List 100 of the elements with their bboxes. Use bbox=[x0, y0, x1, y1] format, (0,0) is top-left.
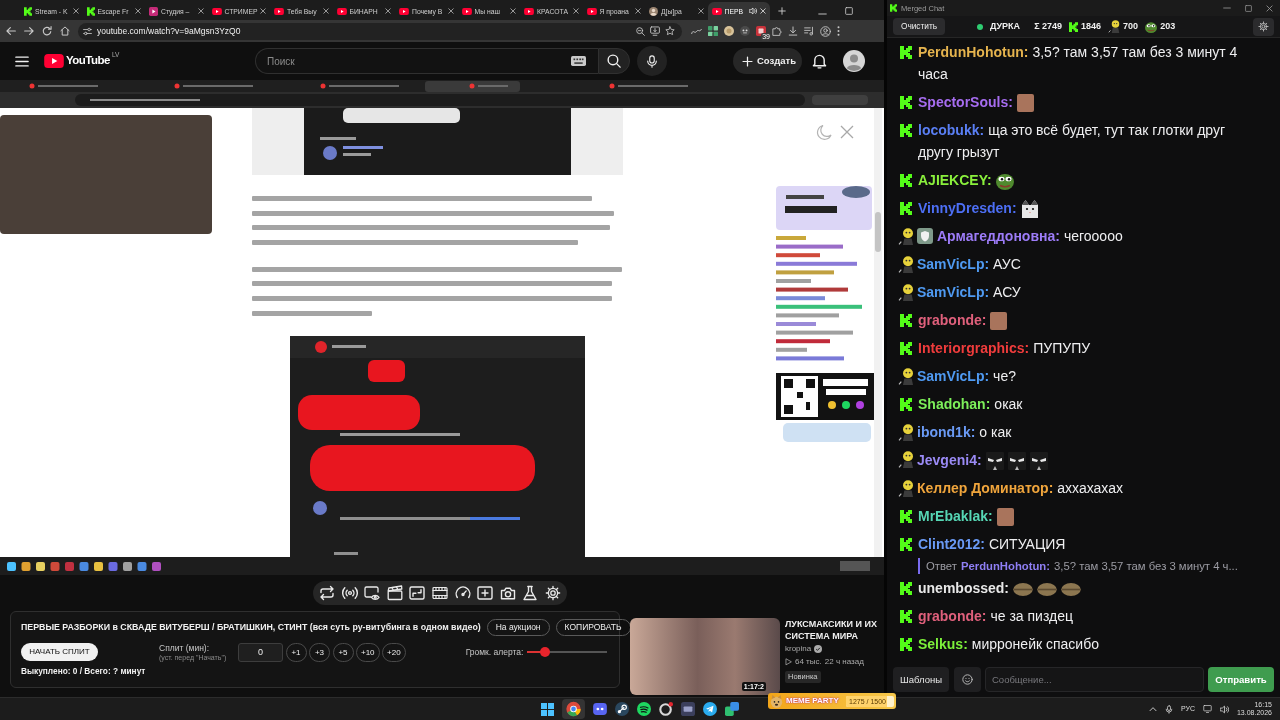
close-icon[interactable] bbox=[135, 8, 141, 14]
split-label: Сплит (мин): bbox=[159, 642, 210, 653]
close-icon[interactable] bbox=[572, 8, 579, 14]
microphone-icon[interactable] bbox=[1164, 704, 1173, 714]
mascot-icon bbox=[898, 255, 914, 273]
speaker-icon[interactable] bbox=[749, 7, 757, 15]
install-icon[interactable] bbox=[650, 26, 660, 36]
create-button[interactable]: Создать bbox=[733, 48, 802, 74]
round-app-icon[interactable] bbox=[615, 702, 629, 716]
browser-icon[interactable] bbox=[562, 699, 585, 719]
close-icon[interactable] bbox=[1266, 4, 1273, 12]
add-screen-icon[interactable] bbox=[477, 584, 494, 601]
download-icon[interactable] bbox=[788, 26, 798, 36]
start-icon[interactable] bbox=[541, 702, 554, 716]
frame-icon[interactable] bbox=[409, 584, 426, 601]
new-tab-icon[interactable] bbox=[778, 7, 786, 15]
reply-text: 3,5? там 3,57 там без 3 минут 4 ч... bbox=[1054, 560, 1238, 572]
chat-username[interactable]: AJIEKCEY: bbox=[918, 172, 992, 188]
window-app-icon[interactable] bbox=[681, 702, 695, 716]
grid-icon[interactable] bbox=[708, 26, 718, 36]
close-icon[interactable] bbox=[510, 8, 516, 14]
avatar-icon[interactable] bbox=[843, 50, 865, 72]
k-logo-icon bbox=[900, 341, 912, 355]
chat-username[interactable]: grabonde: bbox=[918, 312, 987, 328]
zoom-icon[interactable] bbox=[636, 26, 645, 36]
settings-button[interactable] bbox=[1253, 17, 1274, 36]
flask-icon[interactable] bbox=[522, 584, 539, 601]
close-icon[interactable] bbox=[635, 8, 641, 14]
repeat-icon[interactable] bbox=[319, 584, 336, 601]
address-field[interactable]: youtube.com/watch?v=9aMgsn3YzQ0 bbox=[78, 22, 682, 40]
search-field[interactable]: Поиск bbox=[255, 48, 598, 74]
close-icon[interactable] bbox=[697, 8, 704, 14]
speedometer-icon[interactable] bbox=[454, 584, 471, 601]
close-icon[interactable] bbox=[322, 8, 329, 14]
paper-plane-icon[interactable] bbox=[703, 702, 717, 716]
logo-wordmark[interactable]: YouTube bbox=[66, 54, 110, 68]
k-logo-icon bbox=[900, 314, 912, 327]
screen-eye-icon[interactable] bbox=[364, 584, 381, 601]
chat-username[interactable]: VinnyDresden: bbox=[918, 200, 1017, 216]
star-icon[interactable] bbox=[665, 26, 675, 36]
profile-icon[interactable] bbox=[820, 25, 831, 37]
bell-icon[interactable] bbox=[812, 53, 827, 69]
recommended-video-title[interactable]: ЛУКСМАКСИКИ И ИХ СИСТЕМА МИРА bbox=[785, 618, 881, 642]
puzzle-icon[interactable] bbox=[772, 26, 782, 36]
channel-name[interactable]: kropina bbox=[785, 643, 812, 655]
film-strip-icon[interactable] bbox=[432, 584, 448, 601]
circle-icon[interactable] bbox=[724, 26, 734, 36]
split-minutes-field[interactable]: 0 bbox=[238, 642, 283, 662]
chat-username[interactable]: SpectorSouls: bbox=[918, 94, 1013, 110]
search-button[interactable] bbox=[598, 48, 630, 74]
home-icon[interactable] bbox=[60, 26, 70, 36]
reload-icon[interactable] bbox=[42, 26, 52, 36]
maximize-icon[interactable] bbox=[845, 7, 853, 15]
more-icon[interactable] bbox=[837, 26, 840, 36]
k-logo-icon bbox=[900, 397, 912, 411]
k-logo-icon bbox=[24, 6, 32, 16]
start-split-button[interactable]: НАЧАТЬ СПЛИТ bbox=[21, 643, 98, 661]
ring-icon[interactable] bbox=[659, 702, 673, 716]
media-icon[interactable] bbox=[804, 26, 814, 36]
app-icon[interactable] bbox=[756, 26, 766, 36]
message-field[interactable]: Сообщение... bbox=[985, 667, 1204, 692]
broadcast-icon[interactable] bbox=[341, 584, 358, 601]
chat-app-icon[interactable] bbox=[593, 703, 607, 715]
close-icon[interactable] bbox=[447, 8, 454, 14]
chevron-up-icon[interactable] bbox=[1148, 706, 1157, 712]
menu-icon[interactable] bbox=[15, 55, 29, 67]
slider-thumb[interactable] bbox=[539, 647, 550, 657]
tune-icon[interactable] bbox=[83, 26, 92, 36]
chat-username[interactable]: MrEbaklak: bbox=[918, 508, 993, 524]
play-icon bbox=[785, 658, 792, 666]
upload-age: 22 ч назад bbox=[824, 656, 864, 668]
close-icon[interactable] bbox=[385, 8, 391, 14]
squiggle-icon[interactable] bbox=[691, 27, 702, 35]
close-icon[interactable] bbox=[72, 8, 79, 14]
mask-emote-icon bbox=[1007, 452, 1026, 471]
total-count: Σ 2749 bbox=[1034, 21, 1063, 32]
voice-search-button[interactable] bbox=[637, 46, 667, 76]
clear-button[interactable]: Очистить bbox=[893, 18, 945, 35]
chat-username[interactable]: unembossed: bbox=[918, 580, 1009, 596]
maximize-icon[interactable] bbox=[1245, 4, 1252, 12]
monitor-icon[interactable] bbox=[1202, 705, 1212, 713]
reply-username: PerdunHohotun: bbox=[960, 560, 1051, 572]
back-icon[interactable] bbox=[6, 26, 16, 36]
clapperboard-icon[interactable] bbox=[386, 584, 403, 601]
forward-icon[interactable] bbox=[24, 26, 34, 36]
speaker-icon[interactable] bbox=[1219, 704, 1229, 714]
face-icon[interactable] bbox=[740, 26, 750, 36]
squares-icon[interactable] bbox=[725, 702, 739, 716]
mascot-icon bbox=[898, 451, 914, 468]
settings-icon[interactable] bbox=[544, 584, 561, 601]
templates-button[interactable]: Шаблоны bbox=[893, 667, 949, 692]
close-icon[interactable] bbox=[260, 8, 266, 14]
emoji-button[interactable] bbox=[953, 667, 981, 692]
close-icon[interactable] bbox=[197, 8, 204, 14]
emote-placeholder bbox=[990, 312, 1008, 331]
sound-waves-icon[interactable] bbox=[637, 702, 651, 716]
chat-username[interactable]: Jevgeni4: bbox=[917, 452, 982, 468]
keyboard-icon[interactable] bbox=[571, 56, 586, 66]
play-logo-icon[interactable] bbox=[44, 54, 64, 68]
video-frame-drawing[interactable] bbox=[0, 80, 884, 575]
